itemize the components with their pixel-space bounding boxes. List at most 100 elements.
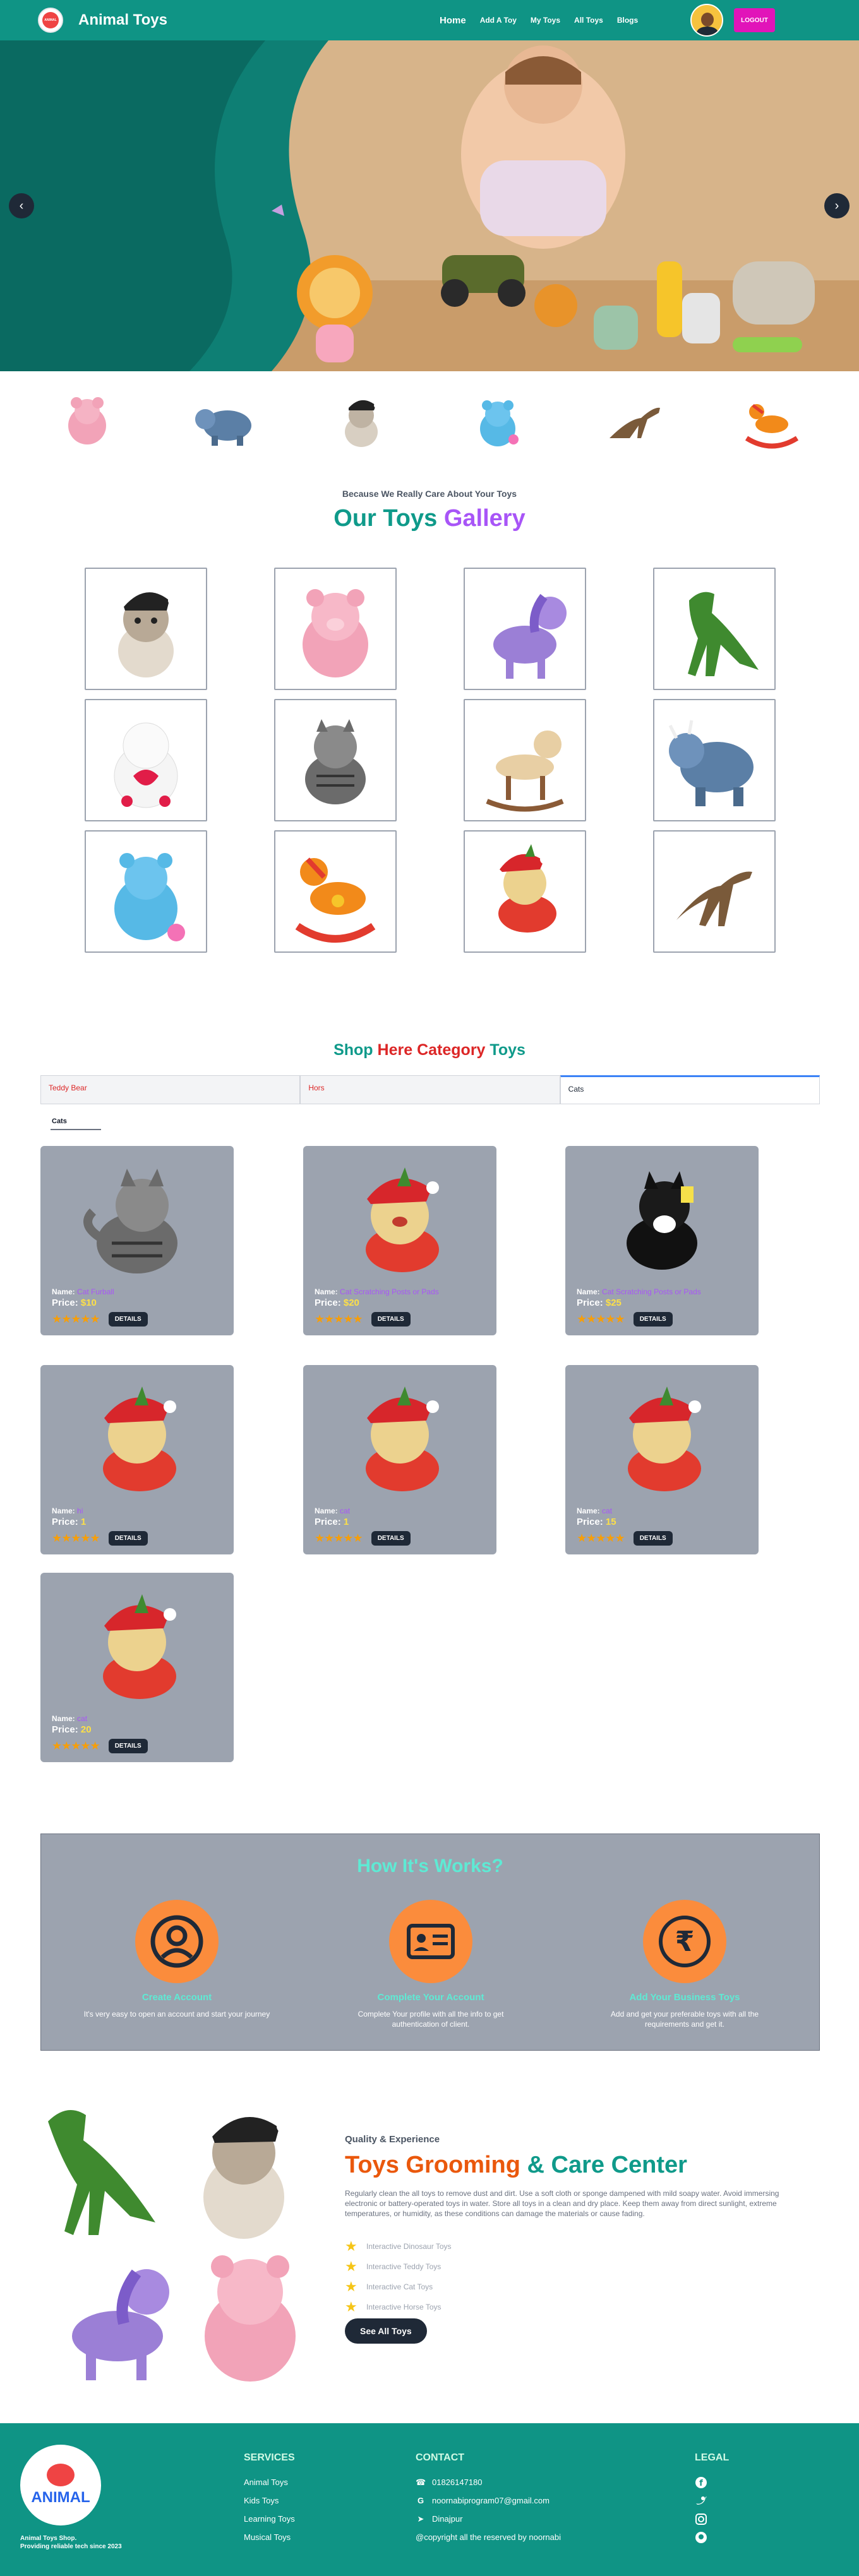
details-button[interactable]: DETAILS <box>108 1312 148 1327</box>
product-image <box>577 1374 747 1506</box>
product-image <box>577 1155 747 1287</box>
product-card: Name: Cat Furball Price: $10 ★★★★★ DETAIL… <box>40 1146 234 1335</box>
hero-carousel: ‹ › <box>0 40 859 371</box>
gallery-item[interactable] <box>653 699 776 821</box>
logo-mark <box>47 2464 75 2486</box>
instagram-icon[interactable] <box>695 2513 707 2525</box>
contact-heading: CONTACT <box>416 2452 465 2463</box>
product-name: Name: Cat Furball <box>52 1287 114 1296</box>
gallery-item[interactable] <box>274 699 397 821</box>
category-title-a: Shop <box>333 1041 373 1059</box>
gallery-item[interactable] <box>653 830 776 953</box>
gallery-item[interactable] <box>274 830 397 953</box>
rating-stars: ★★★★★ <box>315 1313 363 1325</box>
carousel-next-button[interactable]: › <box>824 193 850 218</box>
footer-link-musical-toys[interactable]: Musical Toys <box>244 2532 291 2542</box>
footer-caption: Animal Toys Shop. Providing reliable tech… <box>20 2535 122 2550</box>
gallery-item[interactable] <box>274 568 397 690</box>
thumb-triceratops[interactable] <box>189 388 259 457</box>
gallery-title: Our Toys Gallery <box>0 505 859 532</box>
gallery-item[interactable] <box>653 568 776 690</box>
details-button[interactable]: DETAILS <box>633 1312 673 1327</box>
step-title: Create Account <box>141 1992 212 2003</box>
product-price: Price: 20 <box>52 1724 92 1735</box>
nav-link-all-toys[interactable]: All Toys <box>574 16 603 25</box>
product-card: Name: cat Price: 15 ★★★★★ DETAILS <box>565 1365 759 1554</box>
product-name: Name: cat <box>52 1714 88 1723</box>
step-title: Add Your Business Toys <box>629 1992 740 2003</box>
twitter-icon[interactable] <box>695 2495 707 2507</box>
product-image <box>315 1155 485 1287</box>
gallery-item[interactable] <box>85 830 207 953</box>
tab-teddy-bear[interactable]: Teddy Bear <box>40 1075 301 1104</box>
product-image <box>52 1374 222 1506</box>
grooming-title-a: Toys Grooming <box>345 2152 520 2178</box>
details-button[interactable]: DETAILS <box>108 1739 148 1753</box>
contact-location: ➤ Dinajpur <box>416 2514 463 2524</box>
nav-link-home[interactable]: Home <box>440 15 466 26</box>
gallery-item[interactable] <box>464 830 586 953</box>
category-title-b: Here Category <box>377 1041 486 1059</box>
see-all-toys-button[interactable]: See All Toys <box>345 2318 427 2344</box>
product-name: Name: cat <box>577 1506 613 1515</box>
rating-stars: ★★★★★ <box>315 1532 363 1544</box>
product-price: Price: $25 <box>577 1297 622 1308</box>
bullet-item: ★ Interactive Cat Toys <box>345 2279 433 2294</box>
step-title: Complete Your Account <box>377 1992 484 2003</box>
svg-text:f: f <box>699 2479 703 2488</box>
tab-horse[interactable]: Hors <box>300 1075 560 1104</box>
product-card: Name: cat Price: 20 ★★★★★ DETAILS <box>40 1573 234 1762</box>
thumb-rocking-horse[interactable] <box>737 388 807 457</box>
gallery-item[interactable] <box>464 699 586 821</box>
gallery-eyebrow: Because We Really Care About Your Toys <box>342 489 517 499</box>
product-image <box>52 1155 222 1287</box>
phone-icon: ☎ <box>416 2478 426 2487</box>
rating-stars: ★★★★★ <box>52 1313 100 1325</box>
nav-link-my-toys[interactable]: My Toys <box>531 16 560 25</box>
subtab-cats[interactable]: Cats <box>51 1116 101 1130</box>
details-button[interactable]: DETAILS <box>633 1531 673 1546</box>
user-avatar[interactable] <box>690 4 723 37</box>
product-price: Price: 1 <box>52 1517 87 1527</box>
site-footer: ANIMAL Animal Toys Shop. Providing reliab… <box>0 2423 859 2576</box>
contact-email[interactable]: Gnoornabiprogram07@gmail.com <box>416 2496 550 2505</box>
footer-link-learning-toys[interactable]: Learning Toys <box>244 2514 295 2524</box>
bullet-item: ★ Interactive Dinosaur Toys <box>345 2238 452 2254</box>
brand-logo[interactable]: ANIMAL <box>38 8 63 33</box>
rupee-icon: ₹ <box>643 1900 726 1983</box>
carousel-prev-button[interactable]: ‹ <box>9 193 34 218</box>
gallery-item[interactable] <box>464 568 586 690</box>
grooming-images <box>35 2096 326 2393</box>
gallery-item[interactable] <box>85 699 207 821</box>
id-card-icon <box>389 1900 472 1983</box>
nav-link-add-toy[interactable]: Add A Toy <box>480 16 517 25</box>
logout-button[interactable]: LOGOUT <box>734 8 775 32</box>
github-icon[interactable] <box>695 2531 707 2544</box>
rating-stars: ★★★★★ <box>52 1532 100 1544</box>
details-button[interactable]: DETAILS <box>371 1531 411 1546</box>
brand-name[interactable]: Animal Toys <box>78 11 167 29</box>
details-button[interactable]: DETAILS <box>371 1312 411 1327</box>
services-heading: SERVICES <box>244 2452 295 2463</box>
logo-mark: ANIMAL <box>42 12 59 28</box>
step-complete-account: Complete Your Account Complete Your prof… <box>336 1900 526 2029</box>
gallery-item[interactable] <box>85 568 207 690</box>
rating-stars: ★★★★★ <box>577 1532 625 1544</box>
tab-cats[interactable]: Cats <box>560 1075 820 1104</box>
product-image <box>315 1374 485 1506</box>
footer-logo-word: ANIMAL <box>31 2489 90 2506</box>
facebook-icon[interactable]: f <box>695 2476 707 2489</box>
how-it-works-section: How It's Works? Create Account It's very… <box>40 1834 820 2051</box>
footer-logo[interactable]: ANIMAL <box>20 2445 101 2525</box>
bullet-item: ★ Interactive Horse Toys <box>345 2299 442 2315</box>
nav-link-blogs[interactable]: Blogs <box>617 16 638 25</box>
thumb-grumpy-cat[interactable] <box>327 388 396 457</box>
rating-stars: ★★★★★ <box>577 1313 625 1325</box>
google-icon: G <box>417 2496 424 2505</box>
thumb-blue-bear[interactable] <box>463 388 532 457</box>
footer-link-animal-toys[interactable]: Animal Toys <box>244 2478 288 2487</box>
thumb-raptor[interactable] <box>600 388 670 457</box>
details-button[interactable]: DETAILS <box>108 1531 148 1546</box>
thumb-pink-bear[interactable] <box>52 388 122 457</box>
footer-link-kids-toys[interactable]: Kids Toys <box>244 2496 279 2505</box>
